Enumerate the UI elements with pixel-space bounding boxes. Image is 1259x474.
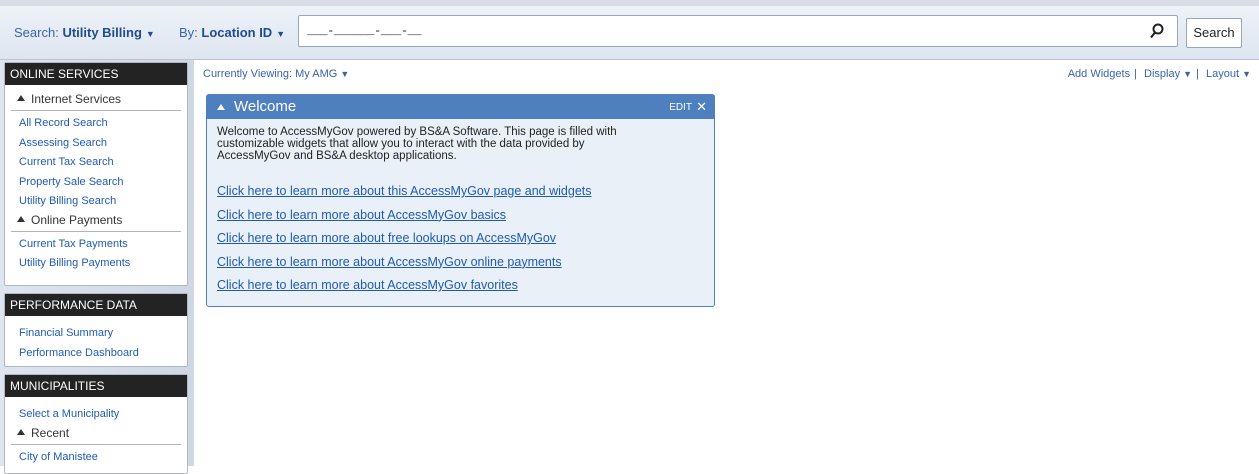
sidebar-link-city-of-manistee[interactable]: City of Manistee — [5, 448, 187, 468]
caret-down-icon[interactable]: ▼ — [146, 29, 155, 39]
sidebar-link-utility-billing-search[interactable]: Utility Billing Search — [5, 192, 187, 212]
separator: | — [1196, 68, 1199, 80]
search-bar: Search: Utility Billing ▼ By: Location ID… — [0, 6, 1259, 60]
close-icon[interactable]: ✕ — [696, 99, 707, 115]
collapse-up-icon[interactable] — [17, 428, 25, 435]
municipalities-panel: MUNICIPALITIES Select a Municipality Rec… — [4, 374, 188, 474]
panel-title-online-services: ONLINE SERVICES — [5, 63, 187, 85]
sidebar-link-performance-dashboard[interactable]: Performance Dashboard — [5, 344, 187, 364]
separator: | — [1134, 68, 1137, 80]
section-internet-services[interactable]: Internet Services — [11, 91, 181, 111]
section-online-payments[interactable]: Online Payments — [11, 212, 181, 232]
sidebar: ONLINE SERVICES Internet Services All Re… — [0, 60, 194, 474]
section-label: Internet Services — [31, 92, 122, 106]
sidebar-link-select-municipality[interactable]: Select a Municipality — [5, 405, 187, 425]
section-label: Online Payments — [31, 212, 123, 227]
page-actions: Add Widgets | Display ▼ | Layout ▼ — [1068, 68, 1251, 80]
section-recent[interactable]: Recent — [11, 425, 181, 445]
widget-edit-button[interactable]: EDIT — [669, 102, 692, 113]
welcome-link-free-lookups[interactable]: Click here to learn more about free look… — [217, 227, 704, 251]
search-type-value[interactable]: Utility Billing — [62, 25, 141, 40]
widget-intro-text: Welcome to AccessMyGov powered by BS&A S… — [217, 126, 617, 162]
caret-down-icon[interactable]: ▼ — [1183, 69, 1192, 79]
display-menu[interactable]: Display — [1144, 68, 1180, 80]
currently-viewing-value[interactable]: My AMG — [295, 68, 337, 80]
section-label: Recent — [31, 425, 70, 440]
widget-title: Welcome — [234, 98, 297, 115]
welcome-link-online-payments[interactable]: Click here to learn more about AccessMyG… — [217, 251, 704, 275]
welcome-link-page-widgets[interactable]: Click here to learn more about this Acce… — [217, 180, 704, 204]
sidebar-link-utility-billing-payments[interactable]: Utility Billing Payments — [5, 254, 187, 274]
welcome-link-basics[interactable]: Click here to learn more about AccessMyG… — [217, 204, 704, 228]
collapse-up-icon[interactable] — [217, 104, 225, 110]
search-type-selector[interactable]: Search: Utility Billing ▼ — [14, 25, 155, 40]
search-by-selector[interactable]: By: Location ID ▼ — [179, 25, 285, 40]
sidebar-link-all-record-search[interactable]: All Record Search — [5, 114, 187, 134]
welcome-widget: Welcome EDIT ✕ Welcome to AccessMyGov po… — [206, 94, 715, 307]
collapse-up-icon[interactable] — [17, 95, 25, 101]
search-button[interactable]: Search — [1186, 18, 1242, 48]
add-widgets-link[interactable]: Add Widgets — [1068, 68, 1130, 80]
search-input[interactable]: ___-______-___-__ — [298, 15, 1178, 47]
currently-viewing-label: Currently Viewing: — [203, 68, 293, 80]
search-icon[interactable] — [1149, 22, 1165, 40]
sidebar-link-current-tax-payments[interactable]: Current Tax Payments — [5, 235, 187, 255]
search-by-value[interactable]: Location ID — [201, 25, 272, 40]
search-by-label: By: — [179, 25, 198, 40]
welcome-link-favorites[interactable]: Click here to learn more about AccessMyG… — [217, 274, 704, 298]
layout-menu[interactable]: Layout — [1206, 68, 1239, 80]
widget-body: Welcome to AccessMyGov powered by BS&A S… — [207, 119, 714, 305]
sidebar-link-financial-summary[interactable]: Financial Summary — [5, 324, 187, 344]
performance-data-panel: PERFORMANCE DATA Financial Summary Perfo… — [4, 293, 188, 367]
caret-down-icon[interactable]: ▼ — [340, 69, 349, 79]
sidebar-link-current-tax-search[interactable]: Current Tax Search — [5, 153, 187, 173]
online-services-panel: ONLINE SERVICES Internet Services All Re… — [4, 62, 188, 286]
sidebar-link-property-sale-search[interactable]: Property Sale Search — [5, 173, 187, 193]
collapse-up-icon[interactable] — [17, 215, 25, 222]
search-type-label: Search: — [14, 25, 59, 40]
currently-viewing[interactable]: Currently Viewing: My AMG ▼ — [203, 68, 349, 80]
panel-title-municipalities: MUNICIPALITIES — [5, 375, 187, 397]
sidebar-link-assessing-search[interactable]: Assessing Search — [5, 134, 187, 154]
widget-header: Welcome EDIT ✕ — [207, 95, 714, 119]
search-input-value[interactable]: ___-______-___-__ — [307, 24, 421, 38]
panel-title-performance-data: PERFORMANCE DATA — [5, 294, 187, 316]
caret-down-icon[interactable]: ▼ — [1242, 69, 1251, 79]
caret-down-icon[interactable]: ▼ — [276, 29, 285, 39]
